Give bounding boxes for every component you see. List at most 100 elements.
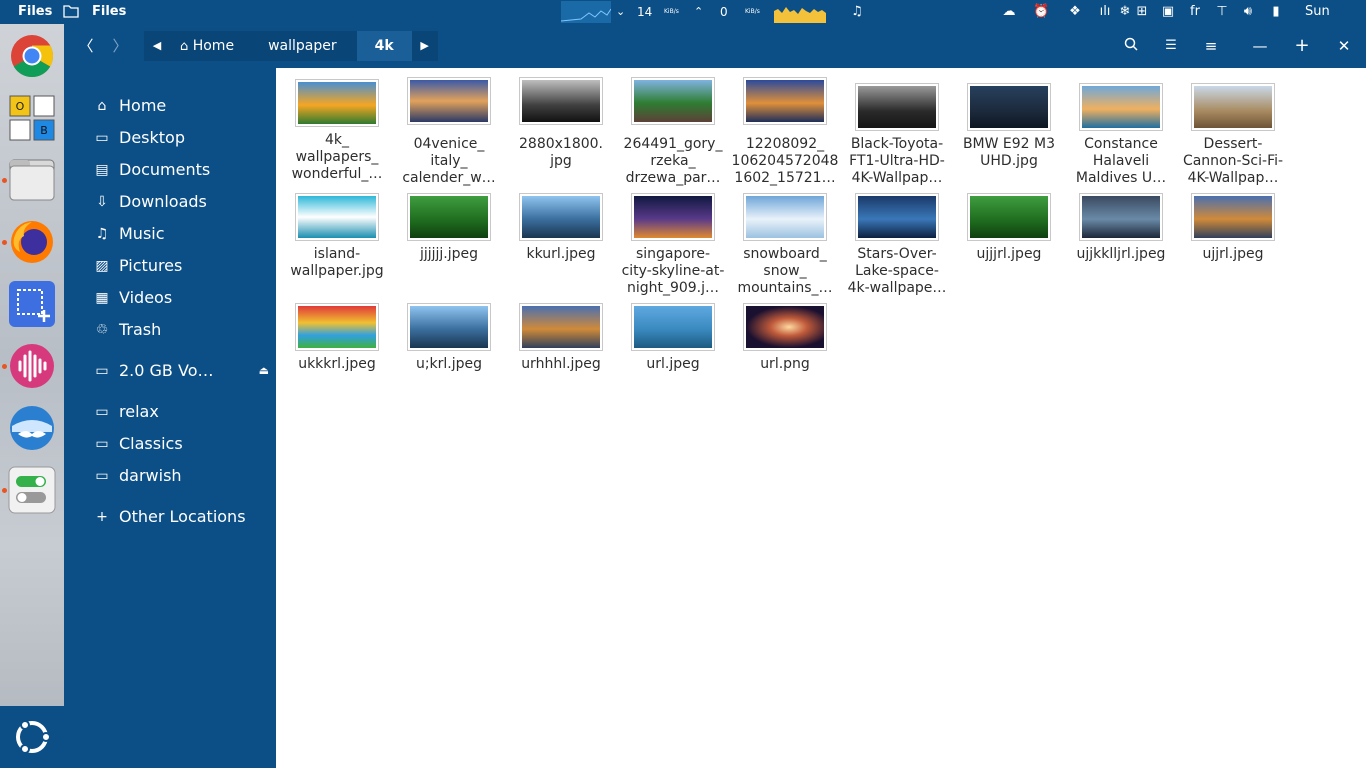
volume-icon[interactable]: 🔊︎	[1240, 4, 1256, 20]
file-thumbnail	[408, 304, 490, 350]
file-thumbnail	[632, 78, 714, 124]
audio-wave-icon[interactable]: ılı	[1097, 4, 1113, 20]
file-item[interactable]: url.png	[729, 304, 841, 373]
breadcrumb-left-arrow[interactable]: ◀	[144, 31, 170, 61]
file-name: 264491_gory_ rzeka_ drzewa_par…	[617, 136, 729, 187]
plus-icon: +	[96, 509, 108, 525]
file-item[interactable]: 12208092_ 106204572048 1602_15721…	[729, 78, 841, 187]
snowflake-icon[interactable]: ❄	[1117, 4, 1133, 20]
breadcrumb-home[interactable]: ⌂ Home	[170, 31, 249, 61]
file-item[interactable]: ujjkklljrl.jpeg	[1065, 194, 1177, 263]
mustache-app-icon[interactable]	[8, 404, 56, 452]
close-icon[interactable]: ✕	[1330, 32, 1358, 60]
file-name: urhhhl.jpeg	[505, 356, 617, 373]
file-item[interactable]: url.jpeg	[617, 304, 729, 373]
sidebar-item-classics[interactable]: ▭ Classics	[94, 432, 182, 456]
file-item[interactable]: Dessert- Cannon-Sci-Fi- 4K-Wallpap…	[1177, 84, 1289, 187]
file-item[interactable]: Stars-Over- Lake-space- 4k-wallpape…	[841, 194, 953, 297]
menu-icon[interactable]: ≡	[1197, 32, 1225, 60]
file-item[interactable]: Black-Toyota- FT1-Ultra-HD- 4K-Wallpap…	[841, 84, 953, 187]
sidebar-item-downloads[interactable]: ⇩ Downloads	[94, 190, 207, 214]
breadcrumb-wallpaper[interactable]: wallpaper	[248, 31, 357, 61]
file-name: snowboard_ snow_ mountains_…	[729, 246, 841, 297]
file-thumbnail	[856, 194, 938, 240]
back-button[interactable]: 〈	[72, 32, 100, 60]
file-item[interactable]: jjjjjj.jpeg	[393, 194, 505, 263]
sidebar-item-documents[interactable]: ▤ Documents	[94, 158, 210, 182]
list-view-icon[interactable]: ☰	[1157, 32, 1185, 60]
sidebar: ⌂ Home ▭ Desktop ▤ Documents ⇩ Downloads ♫ Mu…	[64, 68, 276, 768]
sidebar-item-pictures[interactable]: ▨ Pictures	[94, 254, 182, 278]
music-list-icon[interactable]: ♫	[849, 4, 865, 20]
sidebar-item-label: Downloads	[119, 192, 207, 211]
file-item[interactable]: island-wallpaper.jpg	[281, 194, 393, 280]
sidebar-item-label: 2.0 GB Vo…	[119, 361, 214, 380]
sidebar-item-relax[interactable]: ▭ relax	[94, 400, 159, 424]
sidebar-item-desktop[interactable]: ▭ Desktop	[94, 126, 185, 150]
dropbox-icon[interactable]: ❖	[1067, 4, 1083, 20]
firefox-icon[interactable]	[8, 218, 56, 266]
file-name-line: Constance	[1084, 136, 1158, 152]
audio-recorder-icon[interactable]	[8, 342, 56, 390]
file-item[interactable]: singapore-city-skyline-at-night_909.j…	[617, 194, 729, 297]
screenshot-icon[interactable]: ▣	[1160, 4, 1176, 20]
qr-grid-icon[interactable]: ⊞	[1134, 4, 1150, 20]
file-thumbnail	[296, 80, 378, 126]
alarm-clock-icon[interactable]: ⏰	[1033, 4, 1049, 20]
files-icon[interactable]	[8, 156, 56, 204]
office-apps-icon[interactable]: O B	[8, 94, 56, 142]
sidebar-item-label: Other Locations	[119, 507, 246, 526]
file-name-line: 04venice_	[413, 136, 485, 152]
sidebar-item-trash[interactable]: ♲ Trash	[94, 318, 162, 342]
file-item[interactable]: ujjrl.jpeg	[1177, 194, 1289, 263]
chrome-icon[interactable]	[8, 32, 56, 80]
svg-text:O: O	[16, 100, 25, 113]
file-item[interactable]: 264491_gory_ rzeka_ drzewa_par…	[617, 78, 729, 187]
network-icon[interactable]: ⊤	[1214, 4, 1230, 20]
file-item[interactable]: u;krl.jpeg	[393, 304, 505, 373]
file-item[interactable]: snowboard_ snow_ mountains_…	[729, 194, 841, 297]
toggle-settings-icon[interactable]	[8, 466, 56, 514]
file-item[interactable]: 04venice_ italy_ calender_w…	[393, 78, 505, 187]
search-icon[interactable]	[1117, 32, 1145, 60]
clock[interactable]: Sun 12:47	[1305, 0, 1366, 43]
screenshot-tool-icon[interactable]	[8, 280, 56, 328]
file-name-line: url.jpeg	[646, 356, 700, 372]
file-item[interactable]: ukkkrl.jpeg	[281, 304, 393, 373]
file-name-line: drzewa_par…	[625, 170, 721, 186]
minimize-icon[interactable]: —	[1246, 32, 1274, 60]
file-item[interactable]: urhhhl.jpeg	[505, 304, 617, 373]
keyboard-layout[interactable]: fr	[1190, 0, 1200, 24]
file-item[interactable]: 2880x1800. jpg	[505, 78, 617, 170]
files-app-label[interactable]: Files	[92, 0, 126, 24]
file-item[interactable]: BMW E92 M3 UHD.jpg	[953, 84, 1065, 170]
file-name-line: ukkkrl.jpeg	[298, 356, 376, 372]
sidebar-item-videos[interactable]: ▦ Videos	[94, 286, 172, 310]
sidebar-item-music[interactable]: ♫ Music	[94, 222, 165, 246]
header-bar: 〈 〉 ◀ ⌂ Home wallpaper 4k ▶ ☰ ≡ — + ✕	[64, 24, 1366, 68]
folder-icon: ▭	[95, 468, 109, 484]
show-applications-button[interactable]	[0, 706, 64, 768]
file-item[interactable]: Constance Halaveli Maldives U…	[1065, 84, 1177, 187]
eject-icon[interactable]: ⏏	[259, 359, 269, 383]
file-item[interactable]: 4k_ wallpapers_ wonderful_…	[281, 80, 393, 183]
folder-icon	[63, 4, 79, 20]
file-item[interactable]: ujjjrl.jpeg	[953, 194, 1065, 263]
sidebar-item-label: relax	[119, 402, 159, 421]
sidebar-item-darwish[interactable]: ▭ darwish	[94, 464, 181, 488]
file-name-line: Cannon-Sci-Fi-	[1182, 153, 1284, 169]
breadcrumb-right-arrow[interactable]: ▶	[411, 31, 438, 61]
file-item[interactable]: kkurl.jpeg	[505, 194, 617, 263]
breadcrumb-4k[interactable]: 4k	[356, 31, 412, 61]
activities-files-menu[interactable]: Files	[18, 0, 52, 24]
cloud-icon[interactable]: ☁	[1001, 4, 1017, 20]
sidebar-item-volume[interactable]: ▭ 2.0 GB Vo… ⏏	[94, 359, 269, 383]
battery-icon[interactable]: ▮	[1268, 4, 1284, 20]
maximize-icon[interactable]: +	[1288, 32, 1316, 60]
file-thumbnail	[1192, 84, 1274, 130]
sidebar-item-other-locations[interactable]: + Other Locations	[94, 505, 246, 529]
file-name-line: wallpapers_	[295, 149, 379, 165]
sidebar-item-home[interactable]: ⌂ Home	[94, 94, 167, 118]
pictures-icon: ▨	[95, 258, 109, 274]
forward-button[interactable]: 〉	[106, 32, 134, 60]
